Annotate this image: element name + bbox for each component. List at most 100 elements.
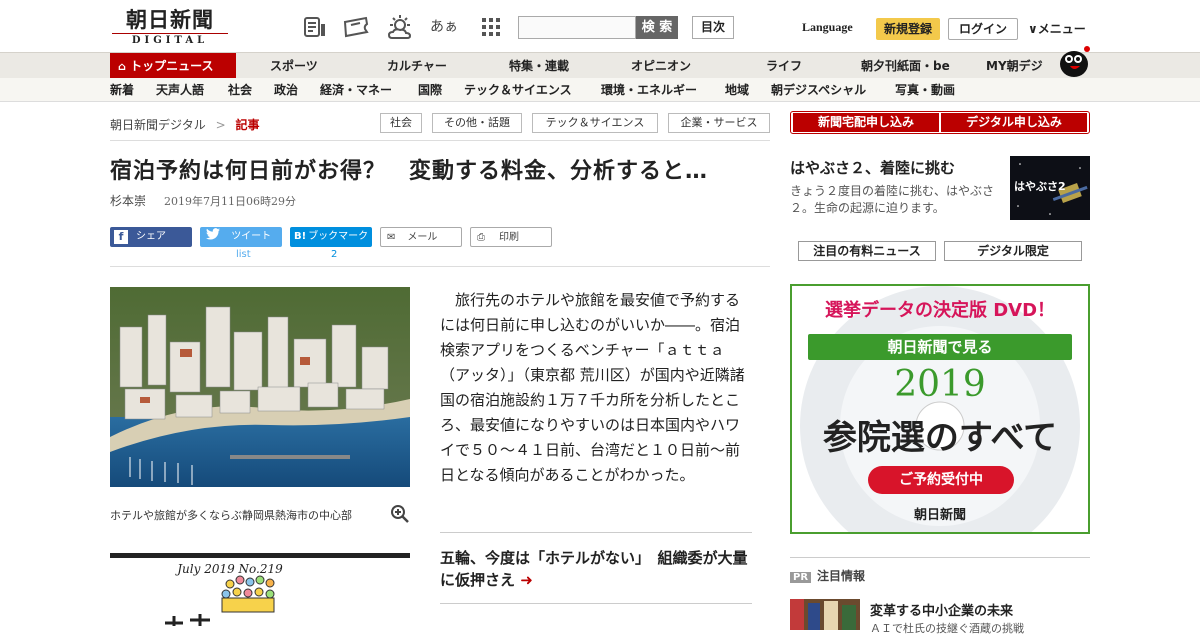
nav-sports[interactable]: スポーツ bbox=[270, 53, 318, 79]
tag-misc[interactable]: その他・話題 bbox=[432, 113, 522, 133]
nav-paper[interactable]: 朝夕刊紙面・be bbox=[861, 53, 950, 79]
breadcrumb: 朝日新聞デジタル > 記事 bbox=[110, 116, 260, 133]
article-body: 旅行先のホテルや旅館を最安値で予約するには何日前に申し込むのがいいか――。宿泊検… bbox=[440, 291, 745, 484]
hatena-bookmark-button[interactable]: B! ブックマーク bbox=[290, 227, 372, 247]
tab-digital-only[interactable]: デジタル限定 bbox=[944, 241, 1082, 261]
breadcrumb-home[interactable]: 朝日新聞デジタル bbox=[110, 118, 206, 132]
top-bar: 朝日新聞 DIGITAL あぁ 検 索 目次 Language 新規登録 ログイ… bbox=[0, 0, 1200, 52]
newspaper-icon[interactable] bbox=[302, 14, 328, 40]
subscribe-digital-button[interactable]: デジタル申し込み bbox=[941, 113, 1087, 132]
photo-caption: ホテルや旅館が多くならぶ静岡県熱海市の中心部 bbox=[110, 509, 352, 522]
article-date: 2019年7月11日06時29分 bbox=[164, 195, 296, 208]
twitter-count[interactable]: list bbox=[236, 249, 251, 260]
subnav-international[interactable]: 国際 bbox=[418, 78, 442, 102]
divider bbox=[110, 140, 770, 141]
zoom-icon[interactable] bbox=[390, 504, 410, 524]
ad-title: 参院選のすべて bbox=[822, 418, 1058, 458]
hatena-count[interactable]: 2 bbox=[331, 249, 337, 260]
search-button[interactable]: 検 索 bbox=[636, 16, 678, 39]
ad-cta-button[interactable]: ご予約受付中 bbox=[868, 466, 1014, 494]
feature-image-text: はやぶさ2 bbox=[1014, 180, 1066, 193]
feature-image[interactable]: はやぶさ2 bbox=[1010, 156, 1090, 220]
subnav-special[interactable]: 朝デジスペシャル bbox=[771, 78, 866, 102]
subscribe-paper-button[interactable]: 新聞宅配申し込み bbox=[793, 113, 939, 132]
related-article-link[interactable]: 五輪、今度は「ホテルがない」 組織委が大量に仮押さえ ➜ bbox=[440, 532, 752, 604]
subnav-tech[interactable]: テック＆サイエンス bbox=[464, 78, 572, 102]
subnav-tensei[interactable]: 天声人語 bbox=[156, 78, 204, 102]
nav-opinion[interactable]: オピニオン bbox=[631, 53, 691, 79]
tag-business[interactable]: 企業・サービス bbox=[668, 113, 770, 133]
toc-button[interactable]: 目次 bbox=[692, 16, 734, 39]
font-size-icon[interactable]: あぁ bbox=[430, 14, 458, 40]
pr-badge: PR bbox=[790, 572, 812, 583]
hatena-icon: B! bbox=[294, 231, 307, 242]
article-title: 宿泊予約は何日前がお得？ 変動する料金、分析すると… bbox=[110, 159, 709, 184]
pr-section: PR 注目情報 bbox=[790, 557, 1090, 584]
nav-my-asadigi[interactable]: MY朝デジ bbox=[986, 53, 1043, 79]
article-author[interactable]: 杉本崇 bbox=[110, 192, 146, 209]
language-link[interactable]: Language bbox=[802, 20, 853, 35]
magazine-ad[interactable]: July 2019 No.219 bbox=[110, 553, 410, 630]
twitter-label: ツイート bbox=[231, 231, 272, 242]
ad-brand: 朝日新聞 bbox=[913, 508, 966, 523]
tab-paid-news[interactable]: 注目の有料ニュース bbox=[798, 241, 936, 261]
subnav-economy[interactable]: 経済・マネー bbox=[320, 78, 392, 102]
dvd-ad[interactable]: 選挙データの決定版 DVD！ 朝日新聞で見る 2019 参院選のすべて ご予約受… bbox=[790, 284, 1090, 534]
menu-button[interactable]: ∨メニュー bbox=[1028, 20, 1086, 37]
tag-tech[interactable]: テック＆サイエンス bbox=[532, 113, 658, 133]
ad-year: 2019 bbox=[894, 364, 986, 405]
magazine-illustration bbox=[165, 575, 275, 626]
pr-image[interactable] bbox=[790, 599, 860, 630]
article-photo[interactable] bbox=[110, 287, 410, 487]
nav-top-news[interactable]: ⌂ トップニュース bbox=[110, 53, 236, 79]
twitter-share-button[interactable]: ツイート bbox=[200, 227, 282, 247]
subscribe-box: 新聞宅配申し込み デジタル申し込み bbox=[790, 111, 1090, 134]
register-button[interactable]: 新規登録 bbox=[876, 18, 940, 40]
print-icon: ⎙ bbox=[477, 232, 485, 243]
subnav-region[interactable]: 地域 bbox=[725, 78, 749, 102]
grid-menu-icon[interactable] bbox=[478, 14, 504, 40]
pr-heading: 注目情報 bbox=[817, 569, 866, 583]
dvd-disc-graphic bbox=[800, 286, 1080, 532]
logo-jp: 朝日新聞 bbox=[126, 7, 214, 32]
breadcrumb-sep: > bbox=[215, 118, 226, 132]
main-nav: ⌂ トップニュース スポーツ カルチャー 特集・連載 オピニオン ライフ 朝夕刊… bbox=[0, 52, 1200, 79]
sub-nav: 新着 天声人語 社会 政治 経済・マネー 国際 テック＆サイエンス 環境・エネル… bbox=[0, 78, 1200, 102]
facebook-label: シェア bbox=[136, 231, 166, 242]
ad-headline: 選挙データの決定版 DVD！ bbox=[824, 300, 1056, 321]
login-button[interactable]: ログイン bbox=[948, 18, 1018, 40]
breadcrumb-current: 記事 bbox=[235, 118, 260, 132]
arrow-right-icon: ➜ bbox=[520, 571, 533, 589]
feature-desc: きょう２度目の着陸に挑む、はやぶさ２。生命の起源に迫ります。 bbox=[790, 184, 995, 215]
twitter-icon bbox=[206, 228, 223, 242]
mascot-icon[interactable] bbox=[1056, 44, 1092, 78]
ticket-icon[interactable] bbox=[342, 14, 370, 40]
related-article-title: 五輪、今度は「ホテルがない」 組織委が大量に仮押さえ bbox=[440, 549, 748, 589]
facebook-icon: f bbox=[114, 230, 128, 244]
subnav-politics[interactable]: 政治 bbox=[274, 78, 298, 102]
subnav-new[interactable]: 新着 bbox=[110, 78, 134, 102]
tag-society[interactable]: 社会 bbox=[380, 113, 422, 133]
nav-culture[interactable]: カルチャー bbox=[387, 53, 447, 79]
weather-icon[interactable] bbox=[386, 14, 416, 40]
home-icon: ⌂ bbox=[118, 60, 126, 73]
mail-label: メール bbox=[407, 232, 438, 243]
print-button[interactable]: ⎙ 印刷 bbox=[470, 227, 552, 247]
nav-features[interactable]: 特集・連載 bbox=[509, 53, 569, 79]
print-label: 印刷 bbox=[499, 232, 519, 243]
pr-title[interactable]: 変革する中小企業の未来 bbox=[870, 600, 1013, 619]
mail-icon: ✉ bbox=[387, 232, 396, 243]
nav-label: トップニュース bbox=[130, 59, 214, 73]
pr-desc: ＡＩで杜氏の技継ぐ酒蔵の挑戦 bbox=[870, 622, 1024, 635]
subnav-photo[interactable]: 写真・動画 bbox=[895, 78, 955, 102]
site-logo[interactable]: 朝日新聞 DIGITAL bbox=[112, 8, 228, 46]
hatena-label: ブックマーク bbox=[308, 231, 369, 242]
mail-button[interactable]: ✉ メール bbox=[380, 227, 462, 247]
subnav-society[interactable]: 社会 bbox=[228, 78, 252, 102]
article-divider bbox=[110, 266, 770, 267]
feature-title[interactable]: はやぶさ２、着陸に挑む bbox=[790, 157, 955, 178]
nav-life[interactable]: ライフ bbox=[766, 53, 802, 79]
subnav-environment[interactable]: 環境・エネルギー bbox=[601, 78, 697, 102]
search-input[interactable] bbox=[518, 16, 636, 39]
facebook-share-button[interactable]: f シェア bbox=[110, 227, 192, 247]
